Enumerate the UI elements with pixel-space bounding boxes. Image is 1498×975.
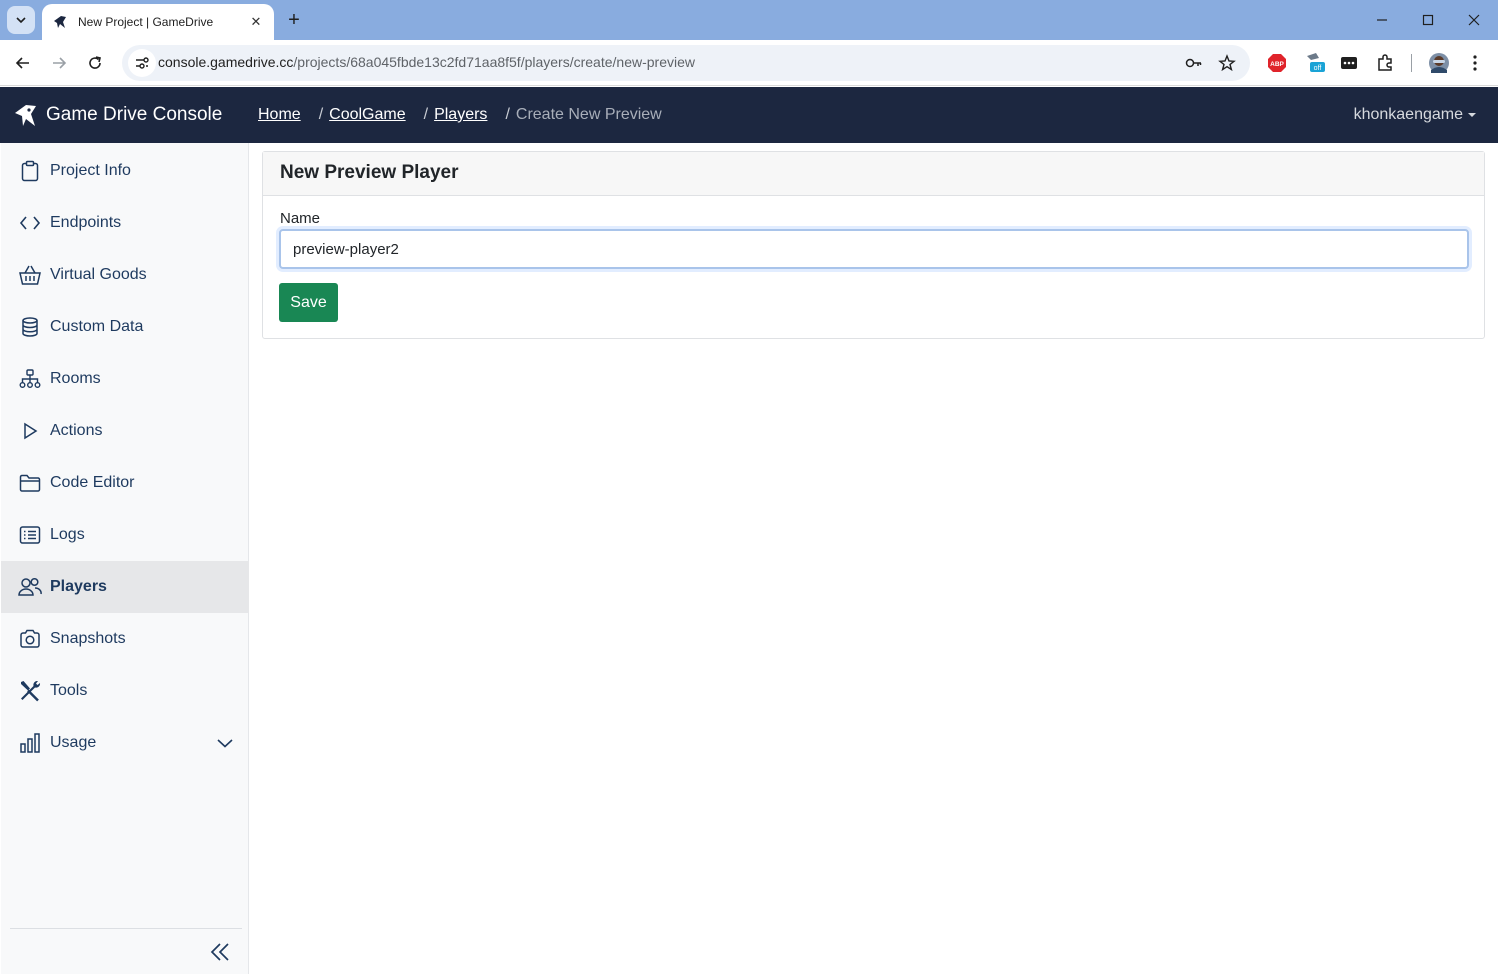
tools-icon <box>18 679 42 703</box>
toggle-extension-icon[interactable]: off <box>1303 51 1327 75</box>
sidebar-item-label: Tools <box>50 682 88 699</box>
tab-search-button[interactable] <box>7 6 35 34</box>
sidebar-item-label: Endpoints <box>50 214 122 231</box>
bar-chart-icon <box>18 731 42 755</box>
breadcrumb-separator: / <box>318 106 324 123</box>
gamedrive-favicon-icon <box>54 16 66 28</box>
brand[interactable]: Game Drive Console <box>14 102 222 128</box>
basket-icon <box>18 263 42 287</box>
folder-icon <box>18 471 42 495</box>
back-icon[interactable] <box>9 49 37 77</box>
new-preview-player-card: New Preview Player Name Save <box>262 151 1485 339</box>
forward-icon[interactable] <box>45 49 73 77</box>
breadcrumb-separator: / <box>423 106 429 123</box>
sidebar-item-endpoints[interactable]: Endpoints <box>1 197 249 249</box>
sidebar-item-label: Players <box>50 578 107 595</box>
extensions-puzzle-icon[interactable] <box>1373 51 1397 75</box>
camera-icon <box>18 627 42 651</box>
save-button[interactable]: Save <box>279 283 338 322</box>
sidebar-item-snapshots[interactable]: Snapshots <box>1 613 249 665</box>
tab-title: New Project | GameDrive <box>78 15 214 29</box>
sidebar-divider <box>10 928 242 929</box>
breadcrumb-separator: / <box>505 106 510 123</box>
sidebar-item-label: Code Editor <box>50 474 135 491</box>
sidebar-item-project-info[interactable]: Project Info <box>1 145 249 197</box>
maximize-window-icon[interactable] <box>1414 6 1442 34</box>
breadcrumb: Home / CoolGame / Players / Create New P… <box>258 106 662 124</box>
database-icon <box>18 315 42 339</box>
sidebar: Project Info Endpoints Virtual Goods Cus… <box>1 143 249 974</box>
collapse-sidebar-icon[interactable] <box>206 938 234 966</box>
sidebar-item-usage[interactable]: Usage <box>1 717 249 769</box>
url-host: console.gamedrive.cc <box>158 54 294 70</box>
chevron-down-icon[interactable] <box>215 733 235 753</box>
svg-text:ABP: ABP <box>1270 61 1284 68</box>
profile-avatar-icon[interactable] <box>1427 51 1451 75</box>
user-menu-dropdown[interactable]: khonkaengame <box>1354 106 1476 124</box>
reload-icon[interactable] <box>81 49 109 77</box>
svg-text:off: off <box>1314 65 1322 72</box>
close-window-icon[interactable] <box>1460 6 1488 34</box>
sidebar-item-label: Virtual Goods <box>50 266 147 283</box>
chevron-down-icon <box>16 17 26 24</box>
site-settings-icon[interactable] <box>128 49 156 77</box>
sidebar-item-logs[interactable]: Logs <box>1 509 249 561</box>
sidebar-item-label: Project Info <box>50 162 131 179</box>
name-field-label: Name <box>280 210 321 227</box>
list-icon <box>18 523 42 547</box>
play-icon <box>18 419 42 443</box>
sidebar-item-label: Custom Data <box>50 318 144 335</box>
close-tab-icon[interactable]: ✕ <box>248 14 264 30</box>
app-navbar: Game Drive Console Home / CoolGame / Pla… <box>0 87 1498 143</box>
sidebar-item-label: Usage <box>50 734 97 751</box>
sidebar-item-tools[interactable]: Tools <box>1 665 249 717</box>
password-key-icon[interactable] <box>1182 51 1206 75</box>
browser-menu-icon[interactable] <box>1463 51 1487 75</box>
card-header: New Preview Player <box>263 152 1484 196</box>
sidebar-item-label: Actions <box>50 422 103 439</box>
browser-tab-active[interactable]: New Project | GameDrive ✕ <box>42 4 274 40</box>
breadcrumb-home[interactable]: Home <box>258 106 301 124</box>
minimize-window-icon[interactable] <box>1368 6 1396 34</box>
sidebar-item-rooms[interactable]: Rooms <box>1 353 249 405</box>
sidebar-item-virtual-goods[interactable]: Virtual Goods <box>1 249 249 301</box>
username: khonkaengame <box>1353 106 1463 123</box>
caret-down-icon <box>1468 113 1476 117</box>
network-icon <box>18 367 42 391</box>
address-bar[interactable]: console.gamedrive.cc/projects/68a045fbde… <box>122 45 1250 81</box>
page-title: New Preview Player <box>280 162 459 183</box>
url-path: /projects/68a045fbde13c2fd71aa8f5f/playe… <box>293 54 695 70</box>
brand-title: Game Drive Console <box>46 104 223 125</box>
name-input[interactable] <box>279 229 1469 269</box>
more-extension-icon[interactable] <box>1337 51 1361 75</box>
breadcrumb-project[interactable]: CoolGame <box>329 106 405 124</box>
sidebar-item-label: Rooms <box>50 370 101 387</box>
toolbar-separator <box>1411 54 1412 72</box>
sidebar-item-label: Logs <box>50 526 85 543</box>
breadcrumb-players[interactable]: Players <box>434 106 487 124</box>
sidebar-item-players[interactable]: Players <box>1 561 249 613</box>
gamedrive-logo-icon <box>15 105 36 126</box>
browser-tabstrip: New Project | GameDrive ✕ + <box>0 0 1498 40</box>
adblock-extension-icon[interactable]: ABP <box>1265 51 1289 75</box>
bookmark-star-icon[interactable] <box>1215 51 1239 75</box>
browser-toolbar: console.gamedrive.cc/projects/68a045fbde… <box>0 40 1498 86</box>
people-icon <box>18 575 42 599</box>
sidebar-item-actions[interactable]: Actions <box>1 405 249 457</box>
url-text[interactable]: console.gamedrive.cc/projects/68a045fbde… <box>158 54 695 70</box>
breadcrumb-current: Create New Preview <box>515 106 662 123</box>
new-tab-button[interactable]: + <box>282 8 306 32</box>
code-icon <box>18 211 42 235</box>
sidebar-item-custom-data[interactable]: Custom Data <box>1 301 249 353</box>
sidebar-item-label: Snapshots <box>50 630 126 647</box>
sidebar-item-code-editor[interactable]: Code Editor <box>1 457 249 509</box>
clipboard-icon <box>18 159 42 183</box>
